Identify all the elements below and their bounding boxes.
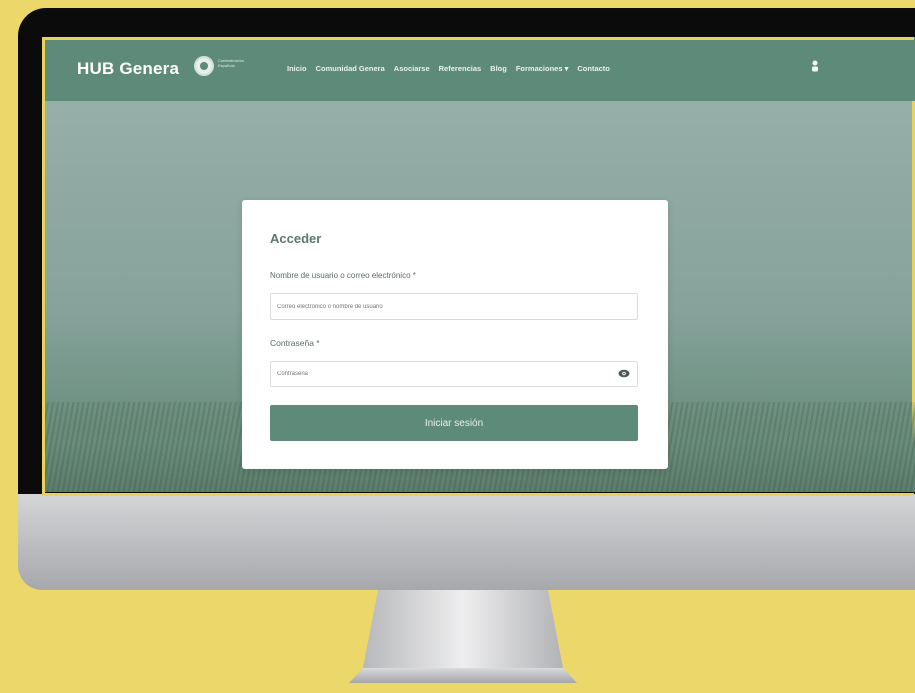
- logo-caption: Confederación Española: [218, 58, 245, 68]
- nav-item-asociarse[interactable]: Asociarse: [394, 64, 430, 73]
- nav-item-inicio[interactable]: Inicio: [287, 64, 307, 73]
- password-input[interactable]: [270, 361, 638, 387]
- password-label: Contraseña *: [270, 338, 320, 348]
- eye-icon[interactable]: [618, 369, 630, 378]
- nav-menu: Inicio Comunidad Genera Asociarse Refere…: [287, 64, 619, 73]
- username-label: Nombre de usuario o correo electrónico *: [270, 271, 416, 280]
- nav-item-blog[interactable]: Blog: [490, 64, 507, 73]
- monitor-stand: [349, 590, 577, 683]
- monitor-chin: [18, 494, 915, 590]
- nav-item-contacto[interactable]: Contacto: [577, 64, 610, 73]
- nav-item-formaciones[interactable]: Formaciones ▾: [516, 64, 569, 73]
- nav-item-comunidad-genera[interactable]: Comunidad Genera: [316, 64, 385, 73]
- brand-logo-text[interactable]: HUB Genera: [77, 59, 179, 79]
- login-title: Acceder: [270, 231, 322, 246]
- logo-icon[interactable]: [194, 56, 214, 76]
- login-card: Acceder Nombre de usuario o correo elect…: [242, 200, 668, 469]
- login-submit-button[interactable]: Iniciar sesión: [270, 405, 638, 441]
- username-input[interactable]: [270, 293, 638, 320]
- navbar: HUB Genera Confederación Española Inicio…: [42, 37, 915, 101]
- browser-viewport: HUB Genera Confederación Española Inicio…: [42, 37, 915, 492]
- user-icon[interactable]: [811, 60, 819, 72]
- nav-item-referencias[interactable]: Referencias: [439, 64, 482, 73]
